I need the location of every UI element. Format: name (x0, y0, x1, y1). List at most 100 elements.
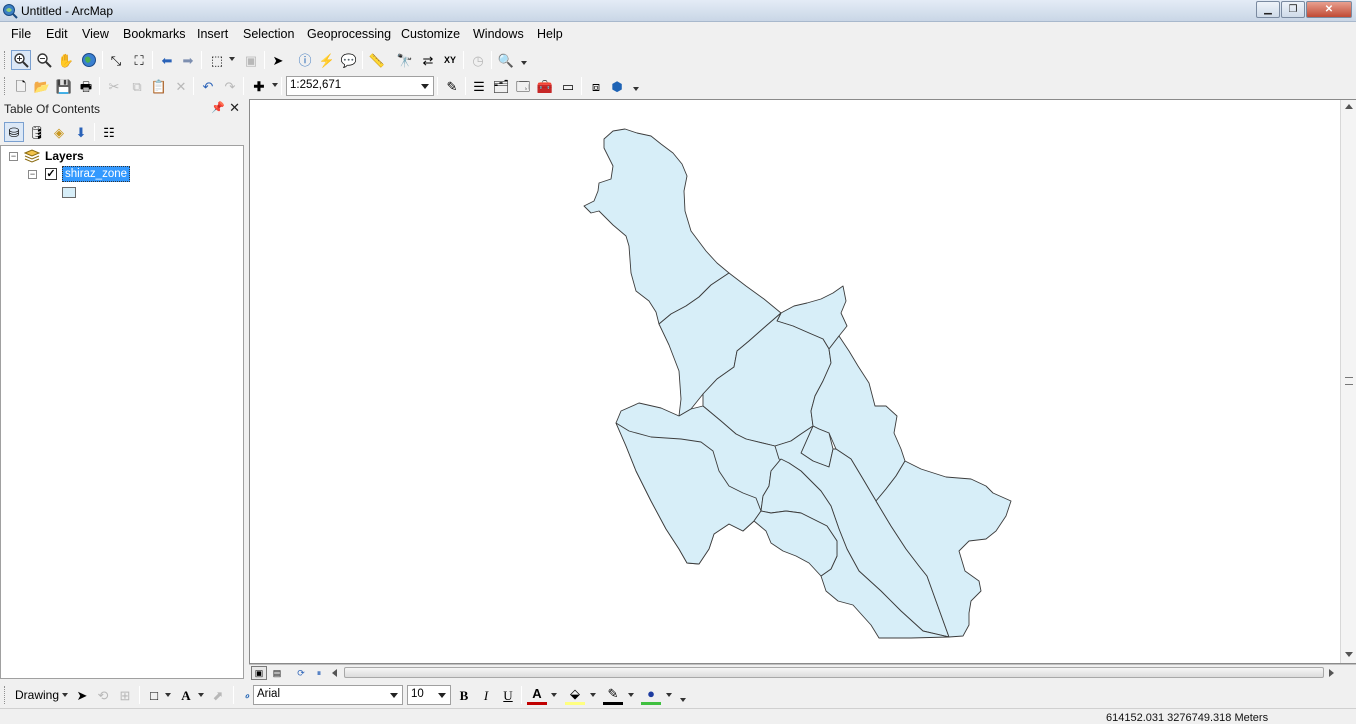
clear-selection-icon[interactable]: ▣ (241, 50, 261, 70)
scroll-left-icon[interactable] (332, 669, 337, 677)
select-elements-icon[interactable]: ➤ (72, 685, 92, 705)
chevron-down-icon[interactable] (438, 693, 446, 698)
minimize-button[interactable]: ▁ (1256, 1, 1280, 18)
delete-icon[interactable]: ✕ (171, 76, 191, 96)
font-name-combobox[interactable]: Arial (253, 685, 403, 705)
close-button[interactable]: ✕ (1306, 1, 1352, 18)
zoom-to-selected-elements-icon[interactable]: ⊞ (115, 685, 135, 705)
undo-icon[interactable]: ↶ (198, 76, 218, 96)
identify-icon[interactable]: ⓘ (295, 50, 315, 70)
layer-visibility-checkbox[interactable]: ✓ (45, 168, 57, 180)
hyperlink-icon[interactable]: ⚡ (317, 50, 337, 70)
shiraz-zone-polygons[interactable] (250, 100, 1340, 663)
print-icon[interactable]: 🖶 (76, 76, 96, 96)
fill-color-icon[interactable]: ⬙ (565, 685, 585, 705)
menu-edit[interactable]: Edit (46, 27, 68, 41)
menu-view[interactable]: View (82, 27, 109, 41)
cut-icon[interactable]: ✂ (104, 76, 124, 96)
time-slider-icon[interactable]: ◷ (468, 50, 488, 70)
editor-toolbar-icon[interactable]: ✎ (442, 76, 462, 96)
pin-icon[interactable]: 📌 (211, 101, 225, 114)
arctoolbox-icon[interactable]: 🧰 (535, 76, 555, 96)
fixed-zoom-in-icon[interactable]: ⤡ (106, 50, 126, 70)
chevron-down-icon[interactable] (421, 84, 429, 89)
collapse-layers-icon[interactable]: − (9, 152, 18, 161)
menu-customize[interactable]: Customize (401, 27, 460, 41)
zoom-out-icon[interactable] (34, 50, 54, 70)
menu-file[interactable]: File (11, 27, 31, 41)
menu-geoprocessing[interactable]: Geoprocessing (307, 27, 391, 41)
html-popup-icon[interactable]: 💬 (339, 50, 359, 70)
close-icon[interactable]: ✕ (229, 100, 240, 116)
callout-icon[interactable]: ⬈ (208, 685, 228, 705)
toolbar-grip[interactable] (4, 686, 7, 704)
open-folder-icon[interactable]: 📂 (32, 76, 52, 96)
rotate-icon[interactable]: ⟲ (93, 685, 113, 705)
refresh-view-icon[interactable]: ⟳ (293, 666, 309, 680)
list-by-selection-icon[interactable]: ⬇ (71, 122, 91, 142)
pan-hand-icon[interactable]: ✋ (56, 50, 76, 70)
create-viewer-icon[interactable]: 🔍 (496, 50, 516, 70)
select-features-icon[interactable]: ⬚ (207, 50, 227, 70)
new-document-icon[interactable]: 🗋 (11, 76, 31, 96)
map-data-frame[interactable] (249, 99, 1356, 664)
map-vertical-scrollbar[interactable] (1340, 100, 1356, 663)
search-window-icon[interactable]: 🗔 (513, 76, 533, 96)
menu-selection[interactable]: Selection (243, 27, 294, 41)
zoom-in-icon[interactable] (11, 50, 31, 70)
data-view-icon[interactable]: ▣ (251, 666, 267, 680)
collapse-layer-icon[interactable]: − (28, 170, 37, 179)
underline-button[interactable]: U (498, 685, 518, 705)
redo-icon[interactable]: ↷ (220, 76, 240, 96)
add-data-icon[interactable]: ✚ (249, 76, 269, 96)
line-color-icon[interactable]: ✎ (603, 685, 623, 705)
menu-windows[interactable]: Windows (473, 27, 524, 41)
scroll-up-icon[interactable] (1345, 104, 1353, 109)
fixed-zoom-out-icon[interactable]: ⛶ (129, 50, 149, 70)
copy-icon[interactable]: ⧉ (127, 76, 147, 96)
save-icon[interactable]: 💾 (54, 76, 74, 96)
pause-drawing-icon[interactable]: ⏸ (311, 666, 327, 680)
font-color-icon[interactable]: A (527, 685, 547, 705)
scroll-right-icon[interactable] (1329, 669, 1334, 677)
font-size-combobox[interactable]: 10 (407, 685, 451, 705)
menu-help[interactable]: Help (537, 27, 563, 41)
restore-button[interactable]: ❐ (1281, 1, 1305, 18)
rectangle-icon[interactable]: □ (144, 685, 164, 705)
find-binoculars-icon[interactable]: 🔭 (395, 50, 415, 70)
layer-name-label[interactable]: shiraz_zone (62, 166, 131, 182)
arcscene-icon[interactable]: ⬢ (607, 76, 627, 96)
menu-bookmarks[interactable]: Bookmarks (123, 27, 186, 41)
table-of-contents-window-icon[interactable]: ☰ (469, 76, 489, 96)
toc-options-icon[interactable]: ☷ (99, 122, 119, 142)
list-by-source-icon[interactable]: 🛢 (27, 122, 47, 142)
scroll-down-icon[interactable] (1345, 652, 1353, 657)
measure-icon[interactable]: 📏 (367, 50, 387, 70)
select-elements-arrow-icon[interactable]: ➤ (268, 50, 288, 70)
toolbar-grip[interactable] (4, 51, 7, 69)
layers-root-label[interactable]: Layers (45, 149, 84, 163)
bold-button[interactable]: B (454, 685, 474, 705)
go-to-xy-icon[interactable]: XY (440, 50, 460, 70)
go-forward-extent-icon[interactable]: ➡ (178, 50, 198, 70)
new-text-icon[interactable]: A (176, 685, 196, 705)
modelbuilder-icon[interactable]: ⧈ (586, 76, 606, 96)
italic-button[interactable]: I (476, 685, 496, 705)
toolbar-grip[interactable] (4, 77, 7, 95)
list-by-drawing-order-icon[interactable]: ⛁ (4, 122, 24, 142)
marker-color-icon[interactable]: ● (641, 685, 661, 705)
horizontal-scroll-thumb[interactable] (344, 667, 1324, 678)
list-by-visibility-icon[interactable]: ◈ (49, 122, 69, 142)
layout-view-icon[interactable]: ▤ (269, 666, 285, 680)
chevron-down-icon[interactable] (390, 693, 398, 698)
catalog-window-icon[interactable]: 🗂 (491, 76, 511, 96)
paste-icon[interactable]: 📋 (149, 76, 169, 96)
drawing-menu-button[interactable]: Drawing (15, 688, 59, 702)
go-back-extent-icon[interactable]: ⬅ (157, 50, 177, 70)
python-window-icon[interactable]: ▭ (558, 76, 578, 96)
scroll-grip-icon[interactable] (1345, 377, 1353, 385)
map-scale-combobox[interactable]: 1:252,671 (286, 76, 434, 96)
find-route-icon[interactable]: ⇄ (418, 50, 438, 70)
menu-insert[interactable]: Insert (197, 27, 228, 41)
full-extent-globe-icon[interactable] (79, 50, 99, 70)
